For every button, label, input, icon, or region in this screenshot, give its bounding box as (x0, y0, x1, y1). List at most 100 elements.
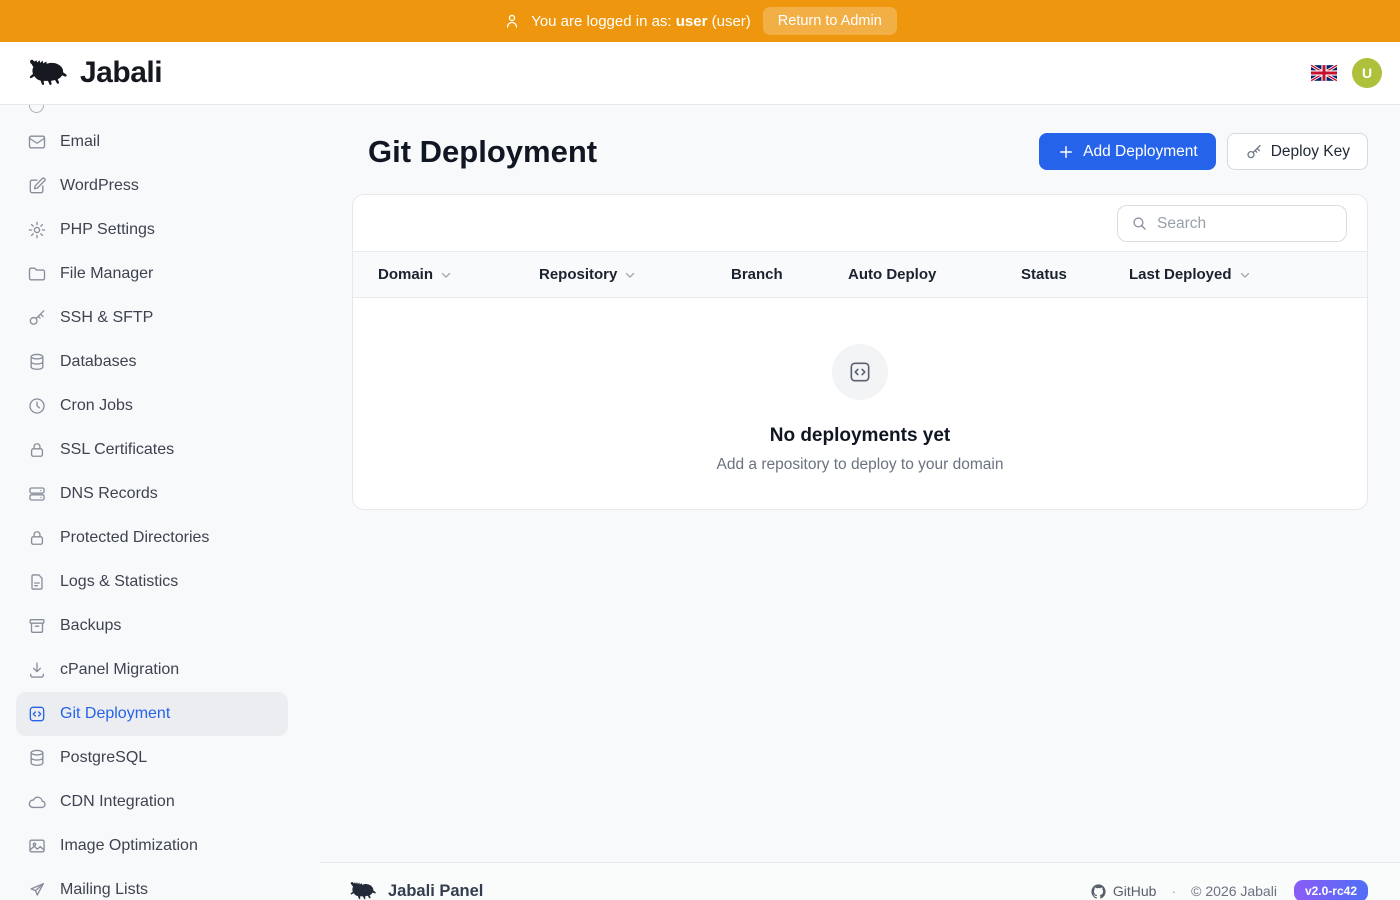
sidebar-item-label: PostgreSQL (60, 749, 147, 767)
sidebar-item-label: Logs & Statistics (60, 573, 178, 591)
app-header: Jabali U (0, 42, 1400, 105)
sidebar-item-label: Email (60, 133, 100, 151)
chevron-down-icon (623, 268, 637, 282)
clock-icon (27, 396, 47, 416)
sidebar-item-cpanel-migration[interactable]: cPanel Migration (16, 648, 288, 692)
archive-icon (27, 616, 47, 636)
sidebar-nav: Email WordPress PHP Settings File Manager SS… (0, 105, 320, 900)
deploy-key-button[interactable]: Deploy Key (1227, 133, 1368, 170)
sidebar-item-label: Git Deployment (60, 705, 170, 723)
brand-logo[interactable]: Jabali (26, 56, 162, 90)
return-to-admin-button[interactable]: Return to Admin (763, 7, 897, 35)
empty-state: No deployments yet Add a repository to d… (353, 298, 1367, 474)
database-icon (27, 352, 47, 372)
version-badge: v2.0-rc42 (1294, 880, 1368, 900)
github-icon (1090, 883, 1107, 900)
sidebar-item-php-settings[interactable]: PHP Settings (16, 208, 288, 252)
plus-icon (1057, 143, 1075, 161)
database-icon (27, 748, 47, 768)
footer-brand: Jabali Panel (388, 882, 483, 900)
logged-in-username: user (676, 13, 708, 30)
column-label: Auto Deploy (848, 266, 936, 283)
mail-icon (27, 132, 47, 152)
sidebar-item-wordpress[interactable]: WordPress (16, 164, 288, 208)
sidebar-item-image-optimization[interactable]: Image Optimization (16, 824, 288, 868)
sidebar-item-label: Mailing Lists (60, 881, 148, 899)
column-label: Status (1021, 266, 1067, 283)
search-input[interactable] (1157, 215, 1333, 233)
empty-state-subtitle: Add a repository to deploy to your domai… (717, 456, 1004, 474)
sidebar-item-cdn-integration[interactable]: CDN Integration (16, 780, 288, 824)
sidebar-item-label: Image Optimization (60, 837, 198, 855)
sidebar-item-label: PHP Settings (60, 221, 155, 239)
sidebar-item-label: Protected Directories (60, 529, 209, 547)
sidebar-item-label: cPanel Migration (60, 661, 179, 679)
column-header-repository[interactable]: Repository (539, 266, 731, 283)
send-icon (27, 880, 47, 900)
sidebar-item-git-deployment[interactable]: Git Deployment (16, 692, 288, 736)
lock-icon (27, 440, 47, 460)
sidebar-item-email[interactable]: Email (16, 120, 288, 164)
sidebar-item-mailing-lists[interactable]: Mailing Lists (16, 868, 288, 900)
sidebar-item-label: WordPress (60, 177, 139, 195)
sidebar-item-cron-jobs[interactable]: Cron Jobs (16, 384, 288, 428)
column-header-auto-deploy: Auto Deploy (848, 266, 1021, 283)
clipped-item-icon (29, 105, 44, 113)
code-icon (27, 704, 47, 724)
search-icon (1131, 215, 1148, 232)
lock-icon (27, 528, 47, 548)
sidebar-item-label: Cron Jobs (60, 397, 133, 415)
sidebar-item-logs-statistics[interactable]: Logs & Statistics (16, 560, 288, 604)
impersonation-message: You are logged in as: user (user) (503, 12, 751, 30)
sidebar-item-file-manager[interactable]: File Manager (16, 252, 288, 296)
sidebar-item-dns-records[interactable]: DNS Records (16, 472, 288, 516)
edit-icon (27, 176, 47, 196)
language-flag-icon[interactable] (1311, 64, 1337, 82)
logged-in-prefix: You are logged in as: (531, 13, 671, 30)
column-header-branch: Branch (731, 266, 848, 283)
user-avatar[interactable]: U (1352, 58, 1382, 88)
column-label: Domain (378, 266, 433, 283)
sidebar-item-ssh-sftp[interactable]: SSH & SFTP (16, 296, 288, 340)
boar-logo-icon (26, 57, 70, 89)
github-link[interactable]: GitHub (1090, 883, 1157, 900)
column-label: Repository (539, 266, 617, 283)
add-deployment-button[interactable]: Add Deployment (1039, 133, 1216, 170)
key-icon (1245, 143, 1263, 161)
code-icon (832, 344, 888, 400)
copyright-text: © 2026 Jabali (1191, 883, 1277, 899)
document-icon (27, 572, 47, 592)
deployments-card: Domain Repository Branch Auto Deploy Status L… (352, 194, 1368, 510)
chevron-down-icon (439, 268, 453, 282)
page-title: Git Deployment (368, 134, 597, 170)
column-label: Branch (731, 266, 783, 283)
search-field (1117, 205, 1347, 242)
cloud-icon (27, 792, 47, 812)
gear-icon (27, 220, 47, 240)
brand-name: Jabali (80, 56, 162, 90)
image-icon (27, 836, 47, 856)
table-header-row: Domain Repository Branch Auto Deploy Status L… (353, 251, 1367, 298)
sidebar-item-label: SSH & SFTP (60, 309, 153, 327)
sidebar-item-label: Databases (60, 353, 137, 371)
footer: Jabali Panel GitHub · © 2026 Jabali v2.0… (320, 862, 1400, 900)
sidebar-item-ssl-certificates[interactable]: SSL Certificates (16, 428, 288, 472)
download-icon (27, 660, 47, 680)
impersonation-bar: You are logged in as: user (user) Return… (0, 0, 1400, 42)
person-icon (503, 12, 521, 30)
sidebar-item-protected-directories[interactable]: Protected Directories (16, 516, 288, 560)
sidebar-item-label: DNS Records (60, 485, 158, 503)
main-content: Git Deployment Add Deployment Deploy Key (320, 105, 1400, 900)
server-icon (27, 484, 47, 504)
sidebar-item-postgresql[interactable]: PostgreSQL (16, 736, 288, 780)
sidebar-item-label: CDN Integration (60, 793, 175, 811)
sidebar-item-databases[interactable]: Databases (16, 340, 288, 384)
boar-logo-icon (348, 880, 378, 900)
sidebar-item-label: Backups (60, 617, 121, 635)
column-header-domain[interactable]: Domain (378, 266, 539, 283)
column-header-last-deployed[interactable]: Last Deployed (1129, 266, 1367, 283)
column-header-status: Status (1021, 266, 1129, 283)
chevron-down-icon (1238, 268, 1252, 282)
sidebar-item-backups[interactable]: Backups (16, 604, 288, 648)
folder-icon (27, 264, 47, 284)
